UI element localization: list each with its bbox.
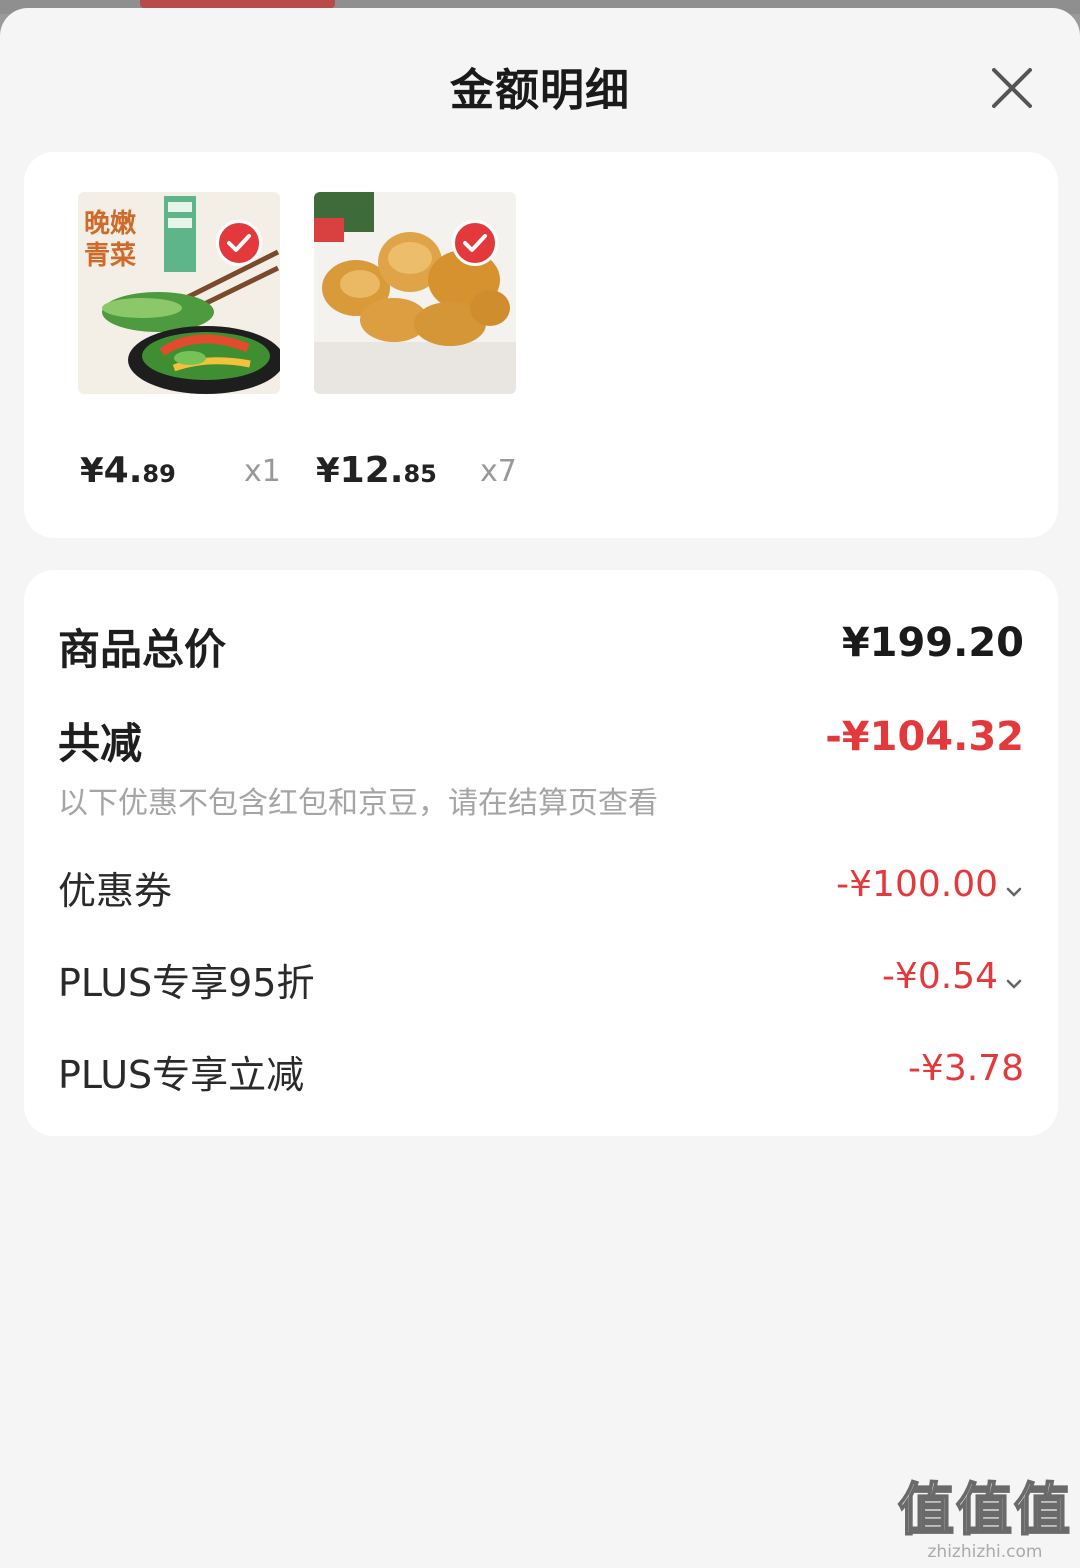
site-watermark: 值值值 zhizhizhi.com xyxy=(897,1465,1072,1562)
total-discount-label: 共减 xyxy=(58,719,143,768)
watermark-logo: 值值值 xyxy=(897,1477,1072,1544)
total-price-label: 商品总价 xyxy=(58,625,227,674)
product-item[interactable]: ¥12.85 x7 xyxy=(314,192,534,492)
svg-text:晚嫩: 晚嫩 xyxy=(84,209,137,239)
plus-instant-discount-value: -¥3.78 xyxy=(907,1048,1024,1089)
coupon-value: -¥100.00 xyxy=(836,864,998,905)
total-price-value: ¥199.20 xyxy=(841,620,1024,666)
close-icon xyxy=(992,68,1032,108)
product-price: ¥4.89 xyxy=(80,450,176,491)
product-item[interactable]: 晚嫩 青菜 ¥4.89 x1 xyxy=(78,192,298,492)
vegetable-dish-image[interactable]: 晚嫩 青菜 xyxy=(78,192,280,394)
products-card: 晚嫩 青菜 ¥4.89 x1 ¥12.85 x7 xyxy=(24,152,1058,538)
selected-check-icon[interactable] xyxy=(452,220,498,266)
total-discount-value: -¥104.32 xyxy=(825,714,1024,760)
price-summary-card: 商品总价 ¥199.20 共减 -¥104.32 以下优惠不包含红包和京豆，请在… xyxy=(24,570,1058,1136)
coupon-label: 优惠券 xyxy=(58,869,173,913)
chicken-nuggets-image[interactable] xyxy=(314,192,516,394)
close-button[interactable] xyxy=(980,56,1044,120)
coupon-value-toggle[interactable]: -¥100.00 xyxy=(836,864,1024,905)
product-quantity: x1 xyxy=(244,454,281,489)
discount-note: 以下优惠不包含红包和京豆，请在结算页查看 xyxy=(58,786,658,821)
plus-95-discount-toggle[interactable]: -¥0.54 xyxy=(882,956,1024,997)
selected-check-icon[interactable] xyxy=(216,220,262,266)
plus-95-discount-value: -¥0.54 xyxy=(881,956,998,997)
svg-text:青菜: 青菜 xyxy=(84,241,136,271)
plus-instant-discount-label: PLUS专享立减 xyxy=(58,1053,305,1097)
chevron-down-icon xyxy=(1006,887,1022,897)
product-quantity: x7 xyxy=(480,454,517,489)
chevron-down-icon xyxy=(1006,979,1022,989)
amount-detail-sheet: 金额明细 晚嫩 青菜 ¥4.89 x1 ¥12.85 x7 商品总价 ¥199.… xyxy=(0,8,1080,1568)
sheet-title: 金额明细 xyxy=(450,65,630,116)
product-price: ¥12.85 xyxy=(316,450,437,491)
plus-95-discount-label: PLUS专享95折 xyxy=(58,961,315,1005)
top-accent-bar xyxy=(140,0,335,8)
